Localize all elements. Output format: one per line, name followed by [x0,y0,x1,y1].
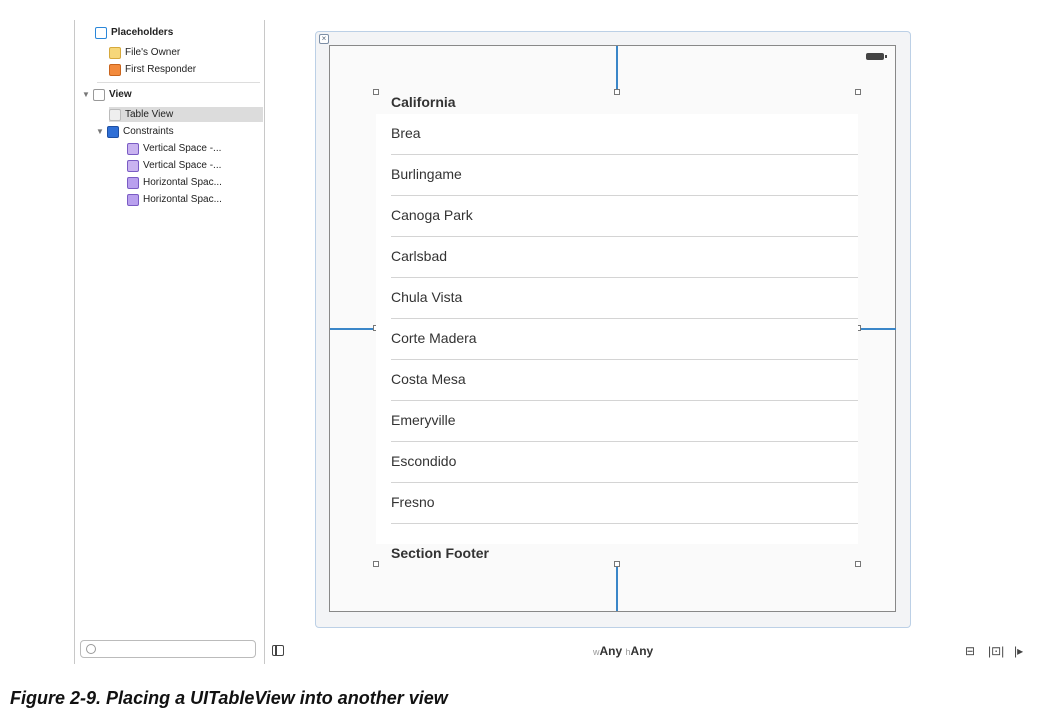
cell-label: Emeryville [391,412,456,428]
figure-text: Placing a UITableView into another view [106,688,448,708]
horizontal-constraint-icon [127,176,139,189]
constraint-label: Horizontal Spac... [143,177,222,188]
scene-close-icon[interactable]: × [319,34,329,44]
files-owner-label: File's Owner [125,47,181,58]
document-outline: Placeholders File's Owner First Responde… [74,20,265,664]
table-view-icon [109,108,121,121]
table-view-label: Table View [125,109,174,120]
align-icon[interactable]: ⊟ [965,644,975,658]
cell-separator [391,523,858,524]
constraint-label: Vertical Space -... [143,160,222,171]
table-row[interactable]: Corte Madera [376,319,858,360]
table-row[interactable]: Carlsbad [376,237,858,278]
outline-filter-field[interactable] [80,640,256,658]
resolve-issues-icon[interactable]: |▸ [1014,644,1023,658]
cell-label: Costa Mesa [391,371,466,387]
view-label: View [109,89,132,100]
figure-number: Figure 2-9. [10,688,102,708]
first-responder-icon [109,63,121,76]
figure-caption: Figure 2-9. Placing a UITableView into a… [10,688,448,709]
table-row[interactable]: Emeryville [376,401,858,442]
placeholders-label: Placeholders [111,27,174,38]
constraints-label: Constraints [123,126,174,137]
disclosure-triangle-icon[interactable]: ▼ [95,124,105,139]
table-view[interactable]: California Brea Burlingame Canoga Park C… [376,92,858,564]
view-row[interactable]: ▼ View [81,87,132,102]
files-owner-icon [109,46,121,59]
pin-icon[interactable]: |⊡| [988,644,1004,658]
cell-label: Fresno [391,494,435,510]
panel-toggle-icon[interactable] [272,645,284,656]
cell-label: Canoga Park [391,207,473,223]
width-value: Any [599,644,623,658]
table-row[interactable]: Escondido [376,442,858,483]
cell-label: Brea [391,125,421,141]
constraint-label: Vertical Space -... [143,143,222,154]
table-row[interactable]: Costa Mesa [376,360,858,401]
cell-label: Burlingame [391,166,462,182]
table-row[interactable]: Fresno [376,483,858,524]
vertical-constraint-icon [127,142,139,155]
first-responder-label: First Responder [125,64,197,75]
leading-constraint-line[interactable] [330,328,376,330]
constraints-icon [107,125,119,138]
table-view-row[interactable]: Table View [109,107,263,122]
cell-label: Chula Vista [391,289,463,305]
constraints-row[interactable]: ▼ Constraints [95,124,174,139]
table-row[interactable]: Chula Vista [376,278,858,319]
table-rows: Brea Burlingame Canoga Park Carlsbad Chu… [376,114,858,544]
table-row[interactable]: Canoga Park [376,196,858,237]
constraint-item[interactable]: Horizontal Spac... [127,192,222,207]
vertical-constraint-icon [127,159,139,172]
table-row[interactable]: Brea [376,114,858,155]
filter-icon[interactable] [86,644,96,654]
section-header: California [391,94,456,110]
placeholders-row[interactable]: Placeholders [95,25,173,40]
horizontal-constraint-icon [127,193,139,206]
battery-icon [866,53,887,60]
disclosure-triangle-icon[interactable]: ▼ [81,87,91,102]
top-constraint-line[interactable] [616,46,618,92]
size-class-control[interactable]: wAny hAny [593,644,653,658]
constraint-item[interactable]: Vertical Space -... [127,158,221,173]
section-footer: Section Footer [391,545,490,561]
files-owner-row[interactable]: File's Owner [109,45,180,60]
divider [97,82,260,83]
cell-label: Carlsbad [391,248,448,264]
view-icon [93,88,105,101]
trailing-constraint-line[interactable] [858,328,896,330]
bottom-constraint-line[interactable] [616,564,618,611]
cell-label: Escondido [391,453,457,469]
constraint-item[interactable]: Horizontal Spac... [127,175,222,190]
height-value: Any [630,644,654,658]
constraint-item[interactable]: Vertical Space -... [127,141,221,156]
table-row[interactable]: Burlingame [376,155,858,196]
cell-label: Corte Madera [391,330,477,346]
constraint-label: Horizontal Spac... [143,194,222,205]
cube-icon [95,26,107,39]
first-responder-row[interactable]: First Responder [109,62,196,77]
